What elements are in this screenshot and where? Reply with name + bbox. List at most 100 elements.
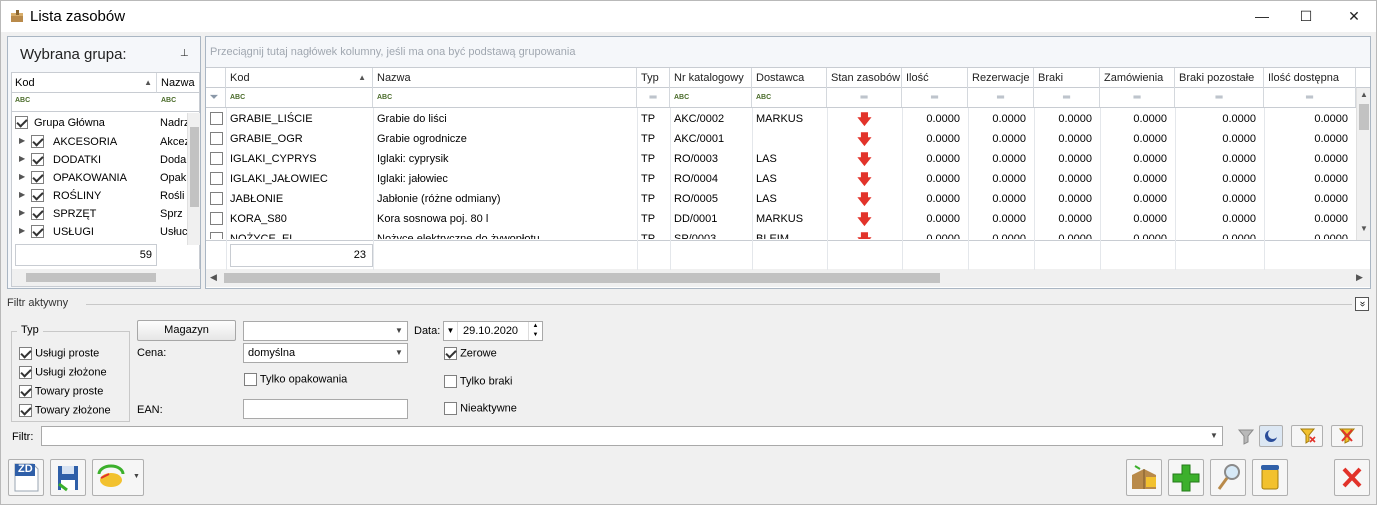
expand-icon[interactable]: ▶ [19,172,25,181]
equals-filter-icon[interactable]: ═ [1264,88,1356,107]
row-select-cell[interactable] [206,149,226,169]
trash-icon[interactable] [1252,459,1288,496]
column-header[interactable]: Rezerwacje [968,68,1034,88]
add-button[interactable] [1168,459,1204,496]
tree-item-checkbox[interactable] [31,189,44,202]
typ-option[interactable]: Usługi złożone [19,366,107,379]
group-hscroll-thumb[interactable] [26,273,156,282]
funnel-icon[interactable] [1235,425,1257,447]
remove-filter-icon[interactable] [1331,425,1363,447]
expand-icon[interactable]: ▶ [19,226,25,235]
nieaktywne-checkbox[interactable] [444,402,457,415]
refresh-split-button[interactable]: ▼ [92,459,144,496]
row-select-cell[interactable] [206,189,226,209]
grid-hscroll-thumb[interactable] [224,273,940,283]
col-kod-header[interactable]: Kod ▲ [12,73,157,93]
abc-filter-icon[interactable]: ABC [373,88,637,107]
expand-icon[interactable]: ▶ [19,154,25,163]
zerowe-checkbox[interactable] [444,347,457,360]
filter-row-icon[interactable]: ⏷ [206,88,226,107]
column-header[interactable]: Nazwa [373,68,637,88]
group-hscroll[interactable] [12,269,200,286]
tylko-opakowania-checkbox[interactable] [244,373,257,386]
tree-item[interactable]: ▶ DODATKI Doda [12,151,187,169]
close-icon[interactable] [1334,459,1370,496]
typ-option-checkbox[interactable] [19,404,32,417]
group-vscroll[interactable] [187,113,200,245]
grid-hscroll[interactable]: ◀ ▶ [206,269,1370,287]
tree-item-checkbox[interactable] [31,225,44,238]
row-select-cell[interactable] [206,109,226,129]
abc-filter-icon[interactable]: ABC [752,88,827,107]
spin-down-icon[interactable]: ▼ [528,331,542,340]
equals-filter-icon[interactable]: ═ [902,88,968,107]
tree-root[interactable]: Grupa Główna Nadrz [12,113,188,133]
column-header[interactable]: Nr katalogowy [670,68,752,88]
table-row[interactable]: NOŻYCE_EL Nożyce elektryczne do żywopłotu… [206,229,1356,239]
expand-icon[interactable]: ▶ [19,208,25,217]
row-select-cell[interactable] [206,229,226,239]
row-checkbox[interactable] [210,212,223,225]
typ-option-checkbox[interactable] [19,347,32,360]
equals-filter-icon[interactable]: ═ [1100,88,1175,107]
dropdown-icon[interactable]: ▼ [391,322,407,340]
typ-option[interactable]: Usługi proste [19,347,99,360]
row-checkbox[interactable] [210,172,223,185]
table-row[interactable]: IGLAKI_JAŁOWIEC Iglaki: jałowiec TP RO/0004… [206,169,1356,189]
dropdown-icon[interactable]: ▼ [1206,427,1222,445]
tree-item[interactable]: ▶ AKCESORIA Akcez [12,133,187,151]
typ-option[interactable]: Towary złożone [19,404,111,417]
equals-filter-icon[interactable]: ═ [637,88,670,107]
scroll-down-icon[interactable]: ▼ [1360,224,1368,233]
equals-filter-icon[interactable]: ═ [1034,88,1100,107]
chevron-down-icon[interactable]: ▼ [133,473,140,480]
cena-select[interactable]: domyślna ▼ [243,343,408,363]
scroll-right-icon[interactable]: ▶ [1356,272,1363,283]
equals-filter-icon[interactable]: ═ [827,88,902,107]
column-header[interactable]: Dostawca [752,68,827,88]
abc-filter-icon[interactable]: ABC [161,97,176,104]
row-select-cell[interactable] [206,209,226,229]
spin-up-icon[interactable]: ▲ [528,322,542,331]
tree-item-checkbox[interactable] [31,153,44,166]
clear-filter-icon[interactable] [1291,425,1323,447]
row-checkbox[interactable] [210,132,223,145]
row-checkbox[interactable] [210,152,223,165]
grid-vscroll[interactable]: ▲ ▼ [1356,88,1370,240]
nieaktywne-option[interactable]: Nieaktywne [444,402,517,415]
typ-option-checkbox[interactable] [19,385,32,398]
tree-item[interactable]: ▶ USŁUGI Usłuc [12,223,187,241]
equals-filter-icon[interactable]: ═ [968,88,1034,107]
equals-filter-icon[interactable]: ═ [1175,88,1264,107]
ean-field[interactable] [243,399,408,419]
column-header[interactable]: Typ [637,68,670,88]
expand-icon[interactable]: ▶ [19,136,25,145]
column-header[interactable]: Braki [1034,68,1100,88]
column-header[interactable]: Braki pozostałe [1175,68,1264,88]
root-checkbox[interactable] [15,116,28,129]
tylko-opakowania-option[interactable]: Tylko opakowania [244,373,347,386]
tree-item-checkbox[interactable] [31,135,44,148]
scroll-up-icon[interactable]: ▲ [1360,90,1368,99]
tylko-braki-checkbox[interactable] [444,375,457,388]
tylko-braki-option[interactable]: Tylko braki [444,375,512,388]
col-nazwa-header[interactable]: Nazwa [157,73,200,93]
expand-icon[interactable]: ▶ [19,190,25,199]
warehouse-button[interactable] [1126,459,1162,496]
tree-item[interactable]: ▶ ROŚLINY Rośli [12,187,187,205]
tree-item-checkbox[interactable] [31,171,44,184]
date-field[interactable]: ▼ 29.10.2020 ▲ ▼ [443,321,543,341]
column-header[interactable]: Stan zasobów [827,68,902,88]
typ-option[interactable]: Towary proste [19,385,103,398]
filtr-field[interactable]: ▼ [41,426,1223,446]
zerowe-option[interactable]: Zerowe [444,347,497,360]
group-vscroll-thumb[interactable] [190,127,199,207]
magazyn-select[interactable]: ▼ [243,321,408,341]
minimize-button[interactable]: — [1239,1,1285,32]
close-window-button[interactable]: ✕ [1331,1,1377,32]
scroll-left-icon[interactable]: ◀ [210,272,217,283]
row-checkbox[interactable] [210,192,223,205]
table-row[interactable]: GRABIE_OGR Grabie ogrodnicze TP AKC/0001 🡇 0.… [206,129,1356,149]
table-row[interactable]: IGLAKI_CYPRYS Iglaki: cyprysik TP RO/0003 LA… [206,149,1356,169]
table-row[interactable]: GRABIE_LIŚCIE Grabie do liści TP AKC/0002 MA… [206,109,1356,129]
